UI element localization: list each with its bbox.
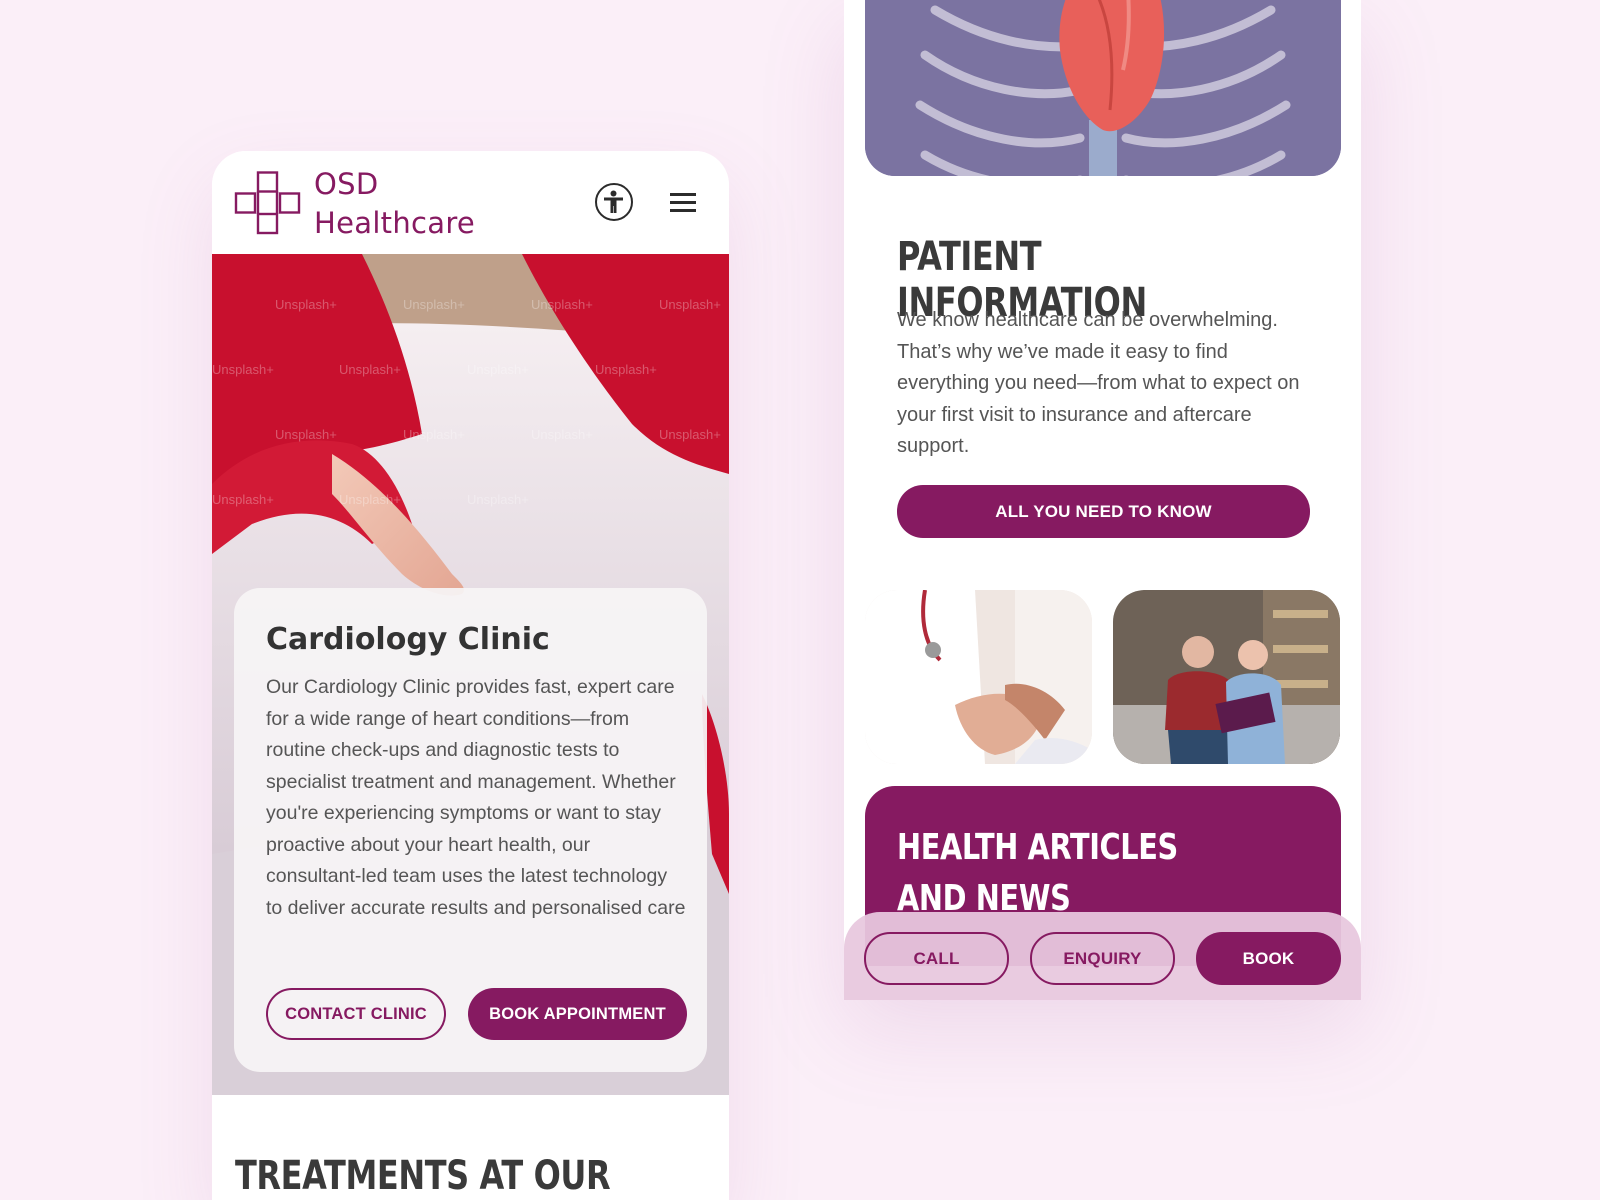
brand-name[interactable]: OSD Healthcare [314, 165, 475, 243]
contact-clinic-button[interactable]: CONTACT CLINIC [266, 988, 446, 1040]
health-articles-heading: HEALTH ARTICLES AND NEWS [897, 827, 1178, 919]
call-button[interactable]: CALL [864, 932, 1009, 985]
svg-text:Unsplash+: Unsplash+ [275, 297, 337, 312]
clinic-title: Cardiology Clinic [266, 622, 550, 657]
clinic-info-card: Cardiology Clinic Our Cardiology Clinic … [234, 588, 707, 1072]
book-appointment-button[interactable]: BOOK APPOINTMENT [468, 988, 687, 1040]
svg-text:Unsplash+: Unsplash+ [339, 492, 401, 507]
cross-logo-icon[interactable] [234, 171, 306, 235]
svg-text:Unsplash+: Unsplash+ [467, 362, 529, 377]
patient-information-text: We know healthcare can be overwhelming. … [897, 309, 1300, 457]
svg-text:Unsplash+: Unsplash+ [659, 297, 721, 312]
svg-text:Unsplash+: Unsplash+ [659, 427, 721, 442]
svg-text:Unsplash+: Unsplash+ [275, 427, 337, 442]
enquiry-button[interactable]: ENQUIRY [1030, 932, 1175, 985]
bottom-action-bar: CALL ENQUIRY BOOK [844, 912, 1361, 1000]
mobile-screen-clinic: OSD Healthcare Unsplash+ Unsplash+ Unspl… [212, 151, 729, 1200]
svg-text:Unsplash+: Unsplash+ [212, 492, 274, 507]
svg-text:Unsplash+: Unsplash+ [467, 492, 529, 507]
svg-text:Unsplash+: Unsplash+ [531, 427, 593, 442]
svg-text:Unsplash+: Unsplash+ [531, 297, 593, 312]
treatments-heading: TREATMENTS AT OUR CLINIC [235, 1153, 611, 1200]
brand-line-1: OSD [314, 167, 379, 201]
site-header: OSD Healthcare [212, 151, 729, 254]
clinic-description: Our Cardiology Clinic provides fast, exp… [266, 676, 686, 919]
accessibility-icon [604, 190, 623, 213]
hero-section: Unsplash+ Unsplash+ Unsplash+ Unsplash+ Uns… [212, 254, 729, 1095]
couple-reading-photo [1113, 590, 1340, 764]
svg-text:Unsplash+: Unsplash+ [339, 362, 401, 377]
brand-line-2: Healthcare [314, 206, 476, 240]
accessibility-button[interactable] [595, 183, 633, 221]
mobile-screen-patient-info: PATIENT INFORMATION We know healthcare c… [844, 0, 1361, 1000]
svg-text:Unsplash+: Unsplash+ [403, 427, 465, 442]
doctor-holding-hands-photo [865, 590, 1092, 764]
svg-text:Unsplash+: Unsplash+ [595, 362, 657, 377]
heart-xray-image [865, 0, 1341, 176]
hamburger-menu-icon[interactable] [670, 193, 698, 213]
svg-text:Unsplash+: Unsplash+ [212, 362, 274, 377]
all-you-need-to-know-button[interactable]: ALL YOU NEED TO KNOW [897, 485, 1310, 538]
book-button[interactable]: BOOK [1196, 932, 1341, 985]
svg-text:Unsplash+: Unsplash+ [403, 297, 465, 312]
